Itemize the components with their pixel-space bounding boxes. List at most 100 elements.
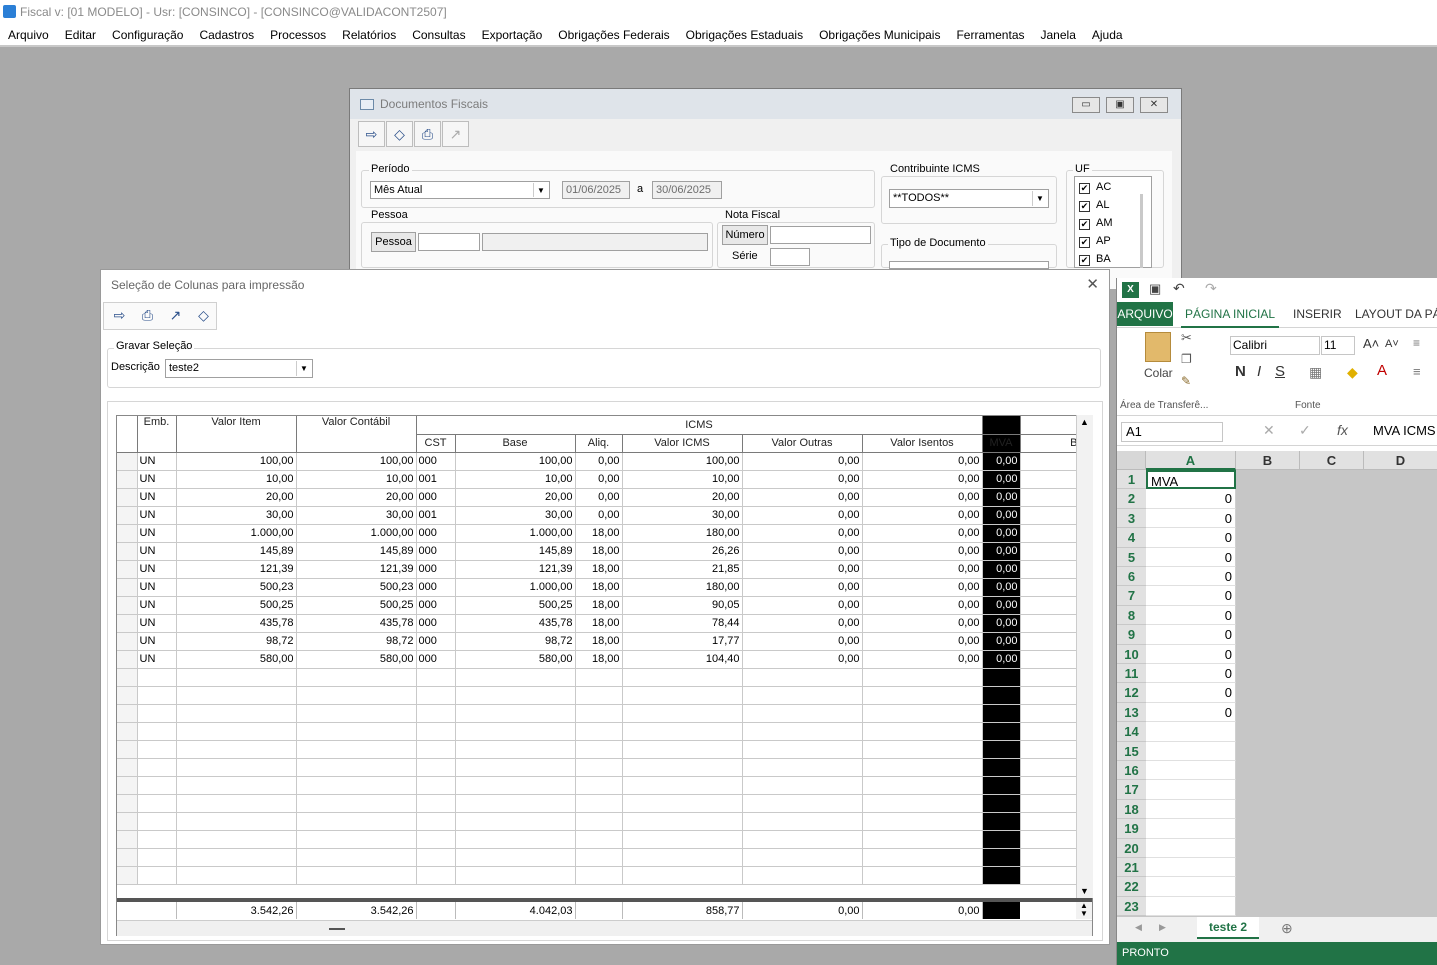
row-header[interactable]: 17 bbox=[1117, 780, 1146, 800]
scroll-up-icon[interactable]: ▲ bbox=[1080, 417, 1089, 427]
header-b[interactable]: B bbox=[1020, 434, 1081, 453]
table-cell[interactable] bbox=[455, 794, 576, 813]
table-cell[interactable] bbox=[117, 614, 138, 633]
row-header[interactable]: 11 bbox=[1117, 664, 1146, 684]
table-cell[interactable]: 0,00 bbox=[862, 596, 983, 615]
minimize-button[interactable]: ▭ bbox=[1072, 97, 1100, 113]
table-cell[interactable]: 20,00 bbox=[622, 488, 743, 507]
table-cell[interactable]: 18,00 bbox=[575, 596, 623, 615]
copy-icon[interactable]: ❐ bbox=[1181, 352, 1192, 366]
table-cell[interactable]: 1.000,00 bbox=[455, 524, 576, 543]
table-cell[interactable]: 98,72 bbox=[455, 632, 576, 651]
header-emb[interactable]: Emb. bbox=[137, 416, 177, 453]
export-icon[interactable]: ↗ bbox=[162, 303, 189, 329]
table-cell[interactable]: 001 bbox=[416, 506, 456, 525]
table-cell[interactable]: 000 bbox=[416, 542, 456, 561]
table-cell[interactable] bbox=[117, 848, 138, 867]
totals-spin-icon[interactable]: ▲ ▼ bbox=[1076, 902, 1092, 919]
table-cell[interactable] bbox=[416, 740, 456, 759]
table-row[interactable] bbox=[117, 740, 1081, 759]
table-cell[interactable] bbox=[455, 668, 576, 687]
format-painter-icon[interactable]: ✎ bbox=[1181, 374, 1191, 388]
table-cell[interactable] bbox=[455, 866, 576, 885]
row-header[interactable]: 14 bbox=[1117, 722, 1146, 742]
menu-editar[interactable]: Editar bbox=[57, 24, 104, 47]
row-header[interactable]: 1 bbox=[1117, 470, 1146, 490]
font-size-select[interactable]: 11 bbox=[1321, 336, 1355, 355]
row-header[interactable]: 20 bbox=[1117, 838, 1146, 858]
table-cell[interactable] bbox=[117, 596, 138, 615]
cell-a[interactable] bbox=[1146, 741, 1236, 761]
table-cell[interactable]: 000 bbox=[416, 596, 456, 615]
table-cell[interactable] bbox=[1020, 848, 1081, 867]
table-cell[interactable]: 0,00 bbox=[982, 614, 1021, 633]
table-cell[interactable] bbox=[1020, 596, 1081, 615]
table-cell[interactable] bbox=[176, 668, 297, 687]
uf-item-ap[interactable]: ✔ AP bbox=[1079, 232, 1111, 250]
table-cell[interactable] bbox=[176, 740, 297, 759]
column-header-a[interactable]: A bbox=[1146, 451, 1236, 470]
table-cell[interactable] bbox=[1020, 830, 1081, 849]
uf-item-am[interactable]: ✔ AM bbox=[1079, 214, 1113, 232]
table-cell[interactable]: UN bbox=[137, 470, 177, 489]
table-cell[interactable] bbox=[1020, 542, 1081, 561]
table-cell[interactable] bbox=[862, 740, 983, 759]
table-cell[interactable] bbox=[742, 668, 863, 687]
table-cell[interactable] bbox=[117, 632, 138, 651]
exit-icon[interactable]: ⇨ bbox=[106, 303, 133, 329]
table-cell[interactable]: 0,00 bbox=[742, 470, 863, 489]
cell-a[interactable]: 0 bbox=[1146, 644, 1236, 664]
cell-a[interactable]: 0 bbox=[1146, 586, 1236, 606]
cell-a[interactable]: 0 bbox=[1146, 508, 1236, 529]
periodo-select[interactable]: Mês Atual ▼ bbox=[370, 181, 550, 199]
table-cell[interactable]: 0,00 bbox=[742, 506, 863, 525]
table-cell[interactable]: 100,00 bbox=[176, 452, 297, 471]
table-cell[interactable]: UN bbox=[137, 488, 177, 507]
table-cell[interactable] bbox=[982, 866, 1021, 885]
scroll-thumb[interactable] bbox=[329, 928, 345, 930]
table-cell[interactable] bbox=[416, 794, 456, 813]
table-cell[interactable] bbox=[575, 830, 623, 849]
table-cell[interactable] bbox=[455, 722, 576, 741]
table-cell[interactable] bbox=[416, 776, 456, 795]
table-cell[interactable] bbox=[117, 866, 138, 885]
table-cell[interactable]: 18,00 bbox=[575, 578, 623, 597]
table-cell[interactable] bbox=[176, 794, 297, 813]
table-cell[interactable]: 0,00 bbox=[862, 560, 983, 579]
row-header[interactable]: 13 bbox=[1117, 702, 1146, 723]
table-cell[interactable] bbox=[176, 758, 297, 777]
uf-scrollbar[interactable] bbox=[1140, 194, 1143, 268]
table-cell[interactable] bbox=[982, 830, 1021, 849]
export-icon[interactable]: ↗ bbox=[442, 121, 469, 147]
table-cell[interactable] bbox=[117, 560, 138, 579]
table-cell[interactable] bbox=[1020, 488, 1081, 507]
table-cell[interactable]: UN bbox=[137, 524, 177, 543]
maximize-button[interactable]: ▣ bbox=[1106, 97, 1134, 113]
menu-cadastros[interactable]: Cadastros bbox=[191, 24, 262, 47]
table-cell[interactable]: 0,00 bbox=[862, 632, 983, 651]
table-cell[interactable] bbox=[455, 848, 576, 867]
pessoa-button[interactable]: Pessoa bbox=[371, 232, 416, 252]
table-row[interactable]: UN 100,00 100,00 000 100,00 0,00 100,00 0,00 0,0… bbox=[117, 452, 1081, 471]
table-cell[interactable]: 30,00 bbox=[455, 506, 576, 525]
table-cell[interactable]: UN bbox=[137, 650, 177, 669]
table-row[interactable]: UN 121,39 121,39 000 121,39 18,00 21,85 0,00 0,0… bbox=[117, 560, 1081, 579]
table-cell[interactable] bbox=[117, 452, 138, 471]
table-cell[interactable] bbox=[137, 848, 177, 867]
table-cell[interactable] bbox=[1020, 668, 1081, 687]
table-cell[interactable] bbox=[137, 794, 177, 813]
table-cell[interactable]: 580,00 bbox=[176, 650, 297, 669]
table-row[interactable] bbox=[117, 812, 1081, 831]
table-cell[interactable]: 180,00 bbox=[622, 578, 743, 597]
table-cell[interactable] bbox=[622, 668, 743, 687]
table-cell[interactable] bbox=[622, 794, 743, 813]
table-cell[interactable] bbox=[137, 758, 177, 777]
table-cell[interactable]: 500,25 bbox=[296, 596, 417, 615]
table-cell[interactable]: 0,00 bbox=[982, 506, 1021, 525]
table-cell[interactable] bbox=[117, 740, 138, 759]
table-cell[interactable] bbox=[982, 794, 1021, 813]
table-cell[interactable]: 78,44 bbox=[622, 614, 743, 633]
table-cell[interactable] bbox=[296, 866, 417, 885]
table-cell[interactable] bbox=[1020, 578, 1081, 597]
table-cell[interactable] bbox=[575, 866, 623, 885]
